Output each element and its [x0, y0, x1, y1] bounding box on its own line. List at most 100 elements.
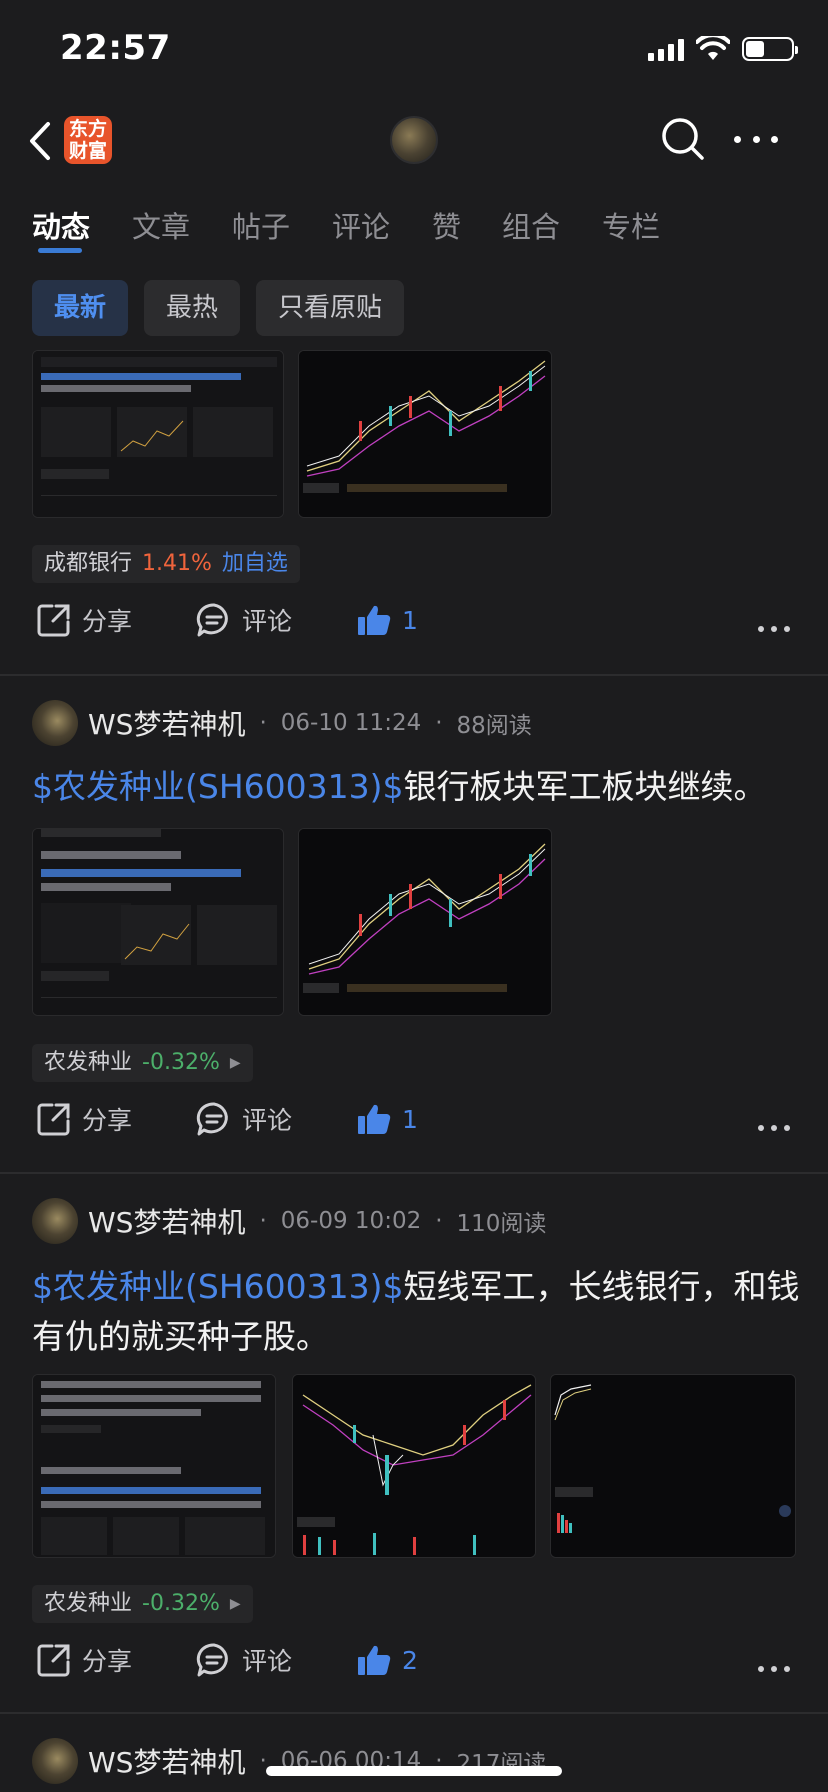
post-date: 06-09 10:02 [280, 1208, 422, 1234]
author-avatar[interactable] [32, 1198, 78, 1244]
post-divider [0, 1172, 828, 1174]
comment-icon [196, 1643, 228, 1677]
comment-button[interactable]: 评论 [196, 1101, 292, 1137]
status-time: 22:57 [60, 28, 171, 68]
stock-change: 1.41% [142, 551, 212, 576]
post-author[interactable]: WS梦若神机 · 06-09 10:02 · 110阅读 [32, 1198, 546, 1244]
post-image[interactable] [298, 828, 552, 1016]
comment-icon [196, 1102, 228, 1136]
back-arrow-icon[interactable] [22, 116, 62, 166]
app-logo: 东方 财富 [64, 116, 112, 164]
share-icon [37, 1103, 70, 1136]
post-meta-separator: · [259, 710, 267, 736]
like-count: 2 [402, 1645, 418, 1675]
tab-articles[interactable]: 文章 [132, 204, 190, 246]
post-meta-separator: · [435, 710, 443, 736]
comment-label: 评论 [242, 1647, 293, 1676]
stock-change: -0.32% [142, 1591, 220, 1616]
share-button[interactable]: 分享 [36, 1101, 132, 1137]
share-button[interactable]: 分享 [36, 602, 132, 638]
chevron-right-icon: ▶ [229, 1055, 241, 1071]
search-icon[interactable] [660, 116, 706, 162]
post-image[interactable] [292, 1374, 536, 1558]
comment-label: 评论 [242, 1106, 293, 1135]
stock-chip[interactable]: 农发种业 -0.32% ▶ [32, 1585, 253, 1623]
tab-likes[interactable]: 赞 [432, 204, 461, 246]
stock-chip[interactable]: 成都银行 1.41% 加自选 [32, 545, 300, 583]
post-more-icon[interactable] [758, 626, 790, 632]
battery-icon [742, 37, 798, 61]
like-count: 1 [402, 1104, 418, 1134]
post-image[interactable] [32, 350, 284, 518]
post-more-icon[interactable] [758, 1666, 790, 1672]
cellular-signal-icon [648, 37, 684, 61]
stock-name: 农发种业 [44, 1591, 133, 1616]
comment-button[interactable]: 评论 [196, 1642, 292, 1678]
author-name[interactable]: WS梦若神机 [88, 1741, 245, 1781]
post-image[interactable] [32, 828, 284, 1016]
post-body: 银行板块军工板块继续。 [403, 767, 767, 806]
tab-underline [38, 248, 82, 253]
tab-posts[interactable]: 帖子 [232, 204, 290, 246]
comment-label: 评论 [242, 607, 293, 636]
thumbs-up-icon [358, 605, 391, 635]
filter-hottest[interactable]: 最热 [144, 280, 241, 336]
post-content[interactable]: $农发种业(SH600313)$银行板块军工板块继续。 [32, 762, 802, 812]
post-author[interactable]: WS梦若神机 · 06-06 00:14 · 217阅读 [32, 1738, 546, 1784]
filter-chips: 最新 最热 只看原贴 [32, 280, 405, 336]
post-actions: 分享 评论 1 [0, 602, 828, 658]
share-icon [37, 1644, 70, 1677]
logo-line1: 东方 [68, 118, 107, 140]
stock-chip[interactable]: 农发种业 -0.32% ▶ [32, 1044, 253, 1082]
user-avatar[interactable] [390, 116, 438, 164]
comment-icon [196, 603, 228, 637]
post-image[interactable] [298, 350, 552, 518]
chevron-right-icon: ▶ [229, 1596, 241, 1612]
comment-button[interactable]: 评论 [196, 602, 292, 638]
post-more-icon[interactable] [758, 1125, 790, 1131]
tab-column[interactable]: 专栏 [602, 204, 660, 246]
tab-comments[interactable]: 评论 [332, 204, 390, 246]
stock-link[interactable]: $农发种业(SH600313)$ [32, 1267, 403, 1306]
post-reads: 110阅读 [456, 1211, 547, 1237]
status-icons [648, 36, 798, 62]
post-divider [0, 1712, 828, 1714]
stock-change: -0.32% [142, 1050, 220, 1075]
share-label: 分享 [82, 1647, 133, 1676]
author-name[interactable]: WS梦若神机 [88, 1201, 245, 1241]
tab-portfolio[interactable]: 组合 [502, 204, 560, 246]
filter-original-only[interactable]: 只看原贴 [256, 280, 405, 336]
post-image[interactable] [550, 1374, 796, 1558]
home-indicator[interactable] [266, 1766, 562, 1776]
share-label: 分享 [82, 1106, 133, 1135]
post-author[interactable]: WS梦若神机 · 06-10 11:24 · 88阅读 [32, 700, 532, 746]
share-icon [37, 604, 70, 637]
author-name[interactable]: WS梦若神机 [88, 703, 245, 743]
like-count: 1 [402, 605, 418, 635]
filter-latest[interactable]: 最新 [32, 280, 129, 336]
like-button[interactable]: 2 [356, 1642, 418, 1678]
stock-link[interactable]: $农发种业(SH600313)$ [32, 767, 403, 806]
post-date: 06-10 11:24 [280, 710, 422, 736]
logo-line2: 财富 [68, 140, 107, 162]
more-options-icon[interactable] [734, 132, 778, 146]
author-avatar[interactable] [32, 1738, 78, 1784]
wifi-icon [696, 36, 730, 60]
like-button[interactable]: 1 [356, 1101, 418, 1137]
stock-name: 成都银行 [44, 551, 133, 576]
add-to-watchlist-button[interactable]: 加自选 [222, 545, 288, 583]
stock-name: 农发种业 [44, 1050, 133, 1075]
thumbs-up-icon [358, 1104, 391, 1134]
like-button[interactable]: 1 [356, 602, 418, 638]
post-image[interactable] [32, 1374, 276, 1558]
author-avatar[interactable] [32, 700, 78, 746]
profile-tabs: 动态 文章 帖子 评论 赞 组合 专栏 [0, 196, 828, 260]
nav-bar: 东方 财富 [0, 96, 828, 188]
post-meta-separator: · [435, 1208, 443, 1234]
tab-dongtai[interactable]: 动态 [32, 204, 90, 246]
post-content[interactable]: $农发种业(SH600313)$短线军工，长线银行，和钱有仇的就买种子股。 [32, 1262, 802, 1362]
post-meta-separator: · [259, 1208, 267, 1234]
share-button[interactable]: 分享 [36, 1642, 132, 1678]
post-actions: 分享 评论 2 [0, 1642, 828, 1698]
thumbs-up-icon [358, 1645, 391, 1675]
